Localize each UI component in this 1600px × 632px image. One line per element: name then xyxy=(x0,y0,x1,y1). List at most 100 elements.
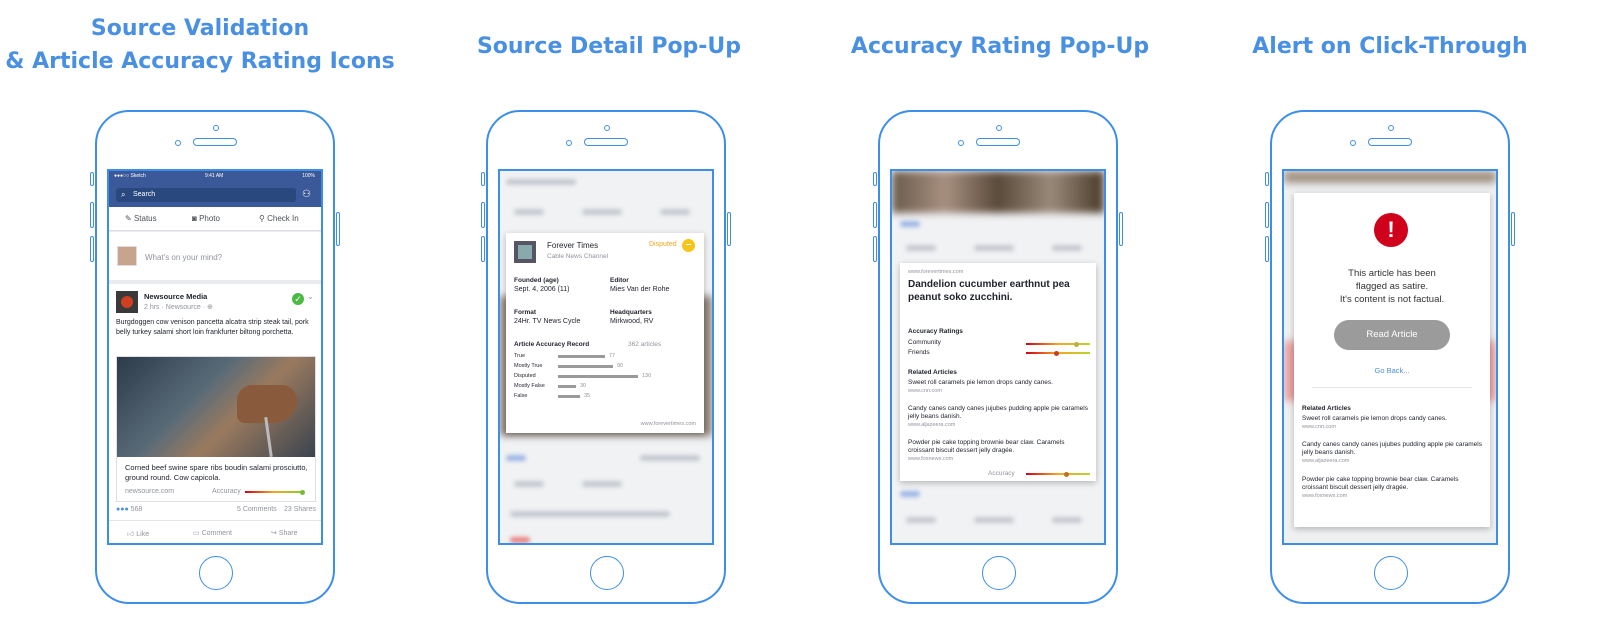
friends-rating-slider[interactable] xyxy=(1026,350,1090,356)
chevron-down-icon[interactable]: ⌄ xyxy=(307,292,314,301)
reactions[interactable]: ●●● 568 xyxy=(116,506,142,513)
location-pin-icon: ⚲ xyxy=(259,214,268,223)
blurred-content xyxy=(506,179,576,185)
phone-frame: ●●●○○ Sketch 9:41 AM 100% ⌕ Search ⚇ ✎ S… xyxy=(90,110,340,604)
format-label: Format xyxy=(514,309,537,316)
blurred-feed-screen: Forever Times Cable News Channel Dispute… xyxy=(498,169,714,545)
link-domain: newsource.com xyxy=(125,488,175,495)
disputed-icon[interactable]: – xyxy=(682,239,695,252)
related-label: Related Articles xyxy=(908,369,957,376)
panel-title: Source Detail Pop-Up xyxy=(476,34,742,59)
source-url[interactable]: www.forevertimes.com xyxy=(641,421,696,427)
like-button[interactable]: 👍︎ Like xyxy=(127,529,149,538)
sensor-icon xyxy=(1350,140,1356,146)
volume-down-button xyxy=(1265,236,1269,262)
camera-icon: ◙ xyxy=(192,214,200,223)
link-preview[interactable]: Corned beef swine spare ribs boudin sala… xyxy=(116,356,316,502)
home-button[interactable] xyxy=(590,556,624,590)
composer[interactable]: What's on your mind? xyxy=(109,232,321,280)
mute-switch xyxy=(481,172,485,186)
record-label: True xyxy=(514,353,526,359)
volume-up-button xyxy=(90,202,94,228)
blurred-content xyxy=(582,209,622,215)
tab-status[interactable]: ✎ Status xyxy=(125,214,157,223)
shares-count[interactable]: 23 Shares xyxy=(284,506,316,513)
record-bar xyxy=(558,365,613,368)
source-type: Cable News Channel xyxy=(547,253,609,260)
speaker-grille xyxy=(976,138,1020,146)
blurred-feed-screen: www.forevertimes.com Dandelion cucumber … xyxy=(890,169,1106,545)
record-count: 362 articles xyxy=(628,341,662,348)
related-label: Related Articles xyxy=(1302,405,1351,412)
divider xyxy=(1312,387,1472,388)
exclamation-icon: ! xyxy=(1374,213,1408,247)
article-headline: Dandelion cucumber earthnut pea peanut s… xyxy=(908,279,1070,303)
panel-source-detail: Source Detail Pop-Up Forever Times Cable xyxy=(409,0,809,632)
friends-icon[interactable]: ⚇ xyxy=(302,189,311,200)
related-article[interactable]: Candy canes candy canes jujubes pudding … xyxy=(1302,441,1484,465)
record-row: True 77 xyxy=(514,351,694,361)
post-author[interactable]: Newsource Media xyxy=(144,292,207,301)
sensor-icon xyxy=(175,140,181,146)
blurred-content xyxy=(514,209,544,215)
avatar xyxy=(117,246,137,266)
related-article[interactable]: Sweet roll caramels pie lemon drops cand… xyxy=(908,379,1090,395)
founded-label: Founded (age) xyxy=(514,277,559,284)
record-value: 77 xyxy=(609,353,616,359)
editor-value: Mies Van der Rohe xyxy=(610,286,670,293)
home-button[interactable] xyxy=(199,556,233,590)
rating-community-label: Community xyxy=(908,339,941,346)
read-article-button[interactable]: Read Article xyxy=(1334,320,1450,350)
blurred-content xyxy=(582,481,622,487)
mute-switch xyxy=(873,172,877,186)
accuracy-rating-popup: www.forevertimes.com Dandelion cucumber … xyxy=(900,263,1096,481)
blurred-content xyxy=(640,455,700,461)
search-placeholder: Search xyxy=(133,191,156,198)
thumbs-up-icon: 👍︎ xyxy=(127,531,137,538)
comment-button[interactable]: ▭ Comment xyxy=(193,529,232,537)
verified-check-icon[interactable]: ✓ xyxy=(292,293,304,305)
share-button[interactable]: ↪ Share xyxy=(271,529,298,537)
related-article[interactable]: Powder pie cake topping brownie bear cla… xyxy=(1302,476,1484,500)
accuracy-label: Accuracy xyxy=(988,470,1015,477)
panel-source-validation: Source Validation & Article Accuracy Rat… xyxy=(0,0,400,632)
composer-tabs: ✎ Status ◙ Photo ⚲ Check In xyxy=(109,207,321,231)
panel-alert: Alert on Click-Through ! This article ha… xyxy=(1190,0,1590,632)
hq-value: Mirkwood, RV xyxy=(610,318,654,325)
home-button[interactable] xyxy=(982,556,1016,590)
record-row: Mostly False 30 xyxy=(514,381,694,391)
record-row: Disputed 130 xyxy=(514,371,694,381)
battery-label: 100% xyxy=(302,173,315,179)
pencil-icon: ✎ xyxy=(125,214,134,223)
record-value: 90 xyxy=(617,363,624,369)
search-icon: ⌕ xyxy=(121,190,126,199)
related-article[interactable]: Candy canes candy canes jujubes pudding … xyxy=(908,405,1090,429)
rating-friends-label: Friends xyxy=(908,349,930,356)
record-value: 35 xyxy=(584,393,591,399)
post-meta: 2 hrs · Newsource · ⊕ xyxy=(144,304,213,311)
tab-check-in[interactable]: ⚲ Check In xyxy=(259,214,299,223)
related-article[interactable]: Sweet roll caramels pie lemon drops cand… xyxy=(1302,415,1484,431)
alert-popup: ! This article has been flagged as satir… xyxy=(1294,193,1490,527)
comments-count[interactable]: 5 Comments xyxy=(237,506,277,513)
go-back-link[interactable]: Go Back... xyxy=(1294,366,1490,375)
record-bar xyxy=(558,395,580,398)
phone-frame: www.forevertimes.com Dandelion cucumber … xyxy=(873,110,1123,604)
speaker-grille xyxy=(1368,138,1412,146)
community-rating-slider[interactable] xyxy=(1026,341,1090,347)
accuracy-meter[interactable] xyxy=(1026,471,1090,477)
record-value: 130 xyxy=(642,373,652,379)
tab-photo[interactable]: ◙ Photo xyxy=(192,214,220,223)
blurred-content xyxy=(900,491,920,497)
format-value: 24Hr. TV News Cycle xyxy=(514,318,581,325)
accuracy-meter[interactable] xyxy=(245,489,305,495)
blurred-content xyxy=(974,245,1014,251)
search-input[interactable]: ⌕ Search xyxy=(116,188,296,202)
panel-accuracy-rating: Accuracy Rating Pop-Up www.forevertimes.… xyxy=(800,0,1200,632)
post-card: Newsource Media 2 hrs · Newsource · ⊕ ✓ … xyxy=(109,284,321,543)
home-button[interactable] xyxy=(1374,556,1408,590)
phone-frame: ! This article has been flagged as satir… xyxy=(1265,110,1515,604)
blurred-feed-screen: ! This article has been flagged as satir… xyxy=(1282,169,1498,545)
blurred-content xyxy=(900,221,920,227)
related-article[interactable]: Powder pie cake topping brownie bear cla… xyxy=(908,439,1090,463)
